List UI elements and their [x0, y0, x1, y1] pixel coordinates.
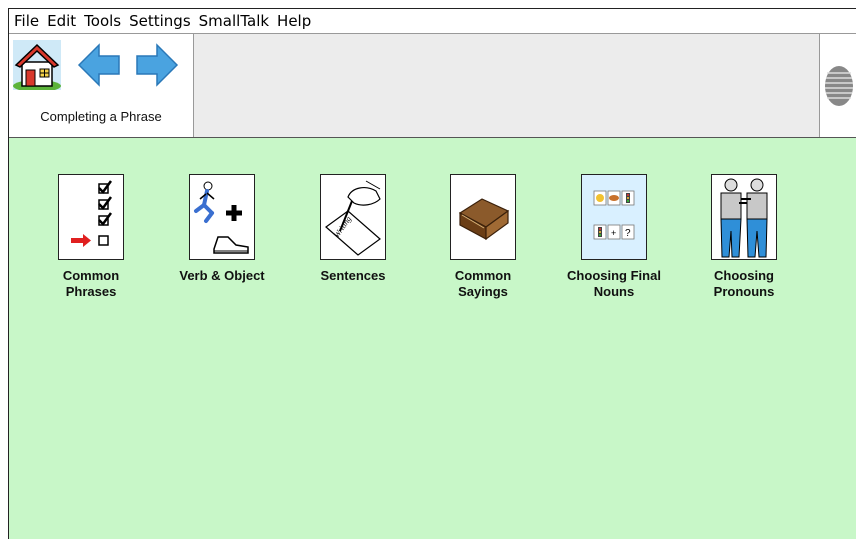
board-title: Completing a Phrase — [40, 109, 162, 124]
checklist-icon — [71, 180, 113, 247]
writing-hand-icon: Writing — [325, 180, 381, 256]
tile-common-phrases[interactable]: Common Phrases — [36, 174, 146, 300]
home-icon — [13, 40, 61, 90]
tile-verb-object[interactable]: Verb & Object — [167, 174, 277, 284]
runner-shoe-icon — [194, 181, 249, 254]
tile-common-sayings[interactable]: Common Sayings — [428, 174, 538, 300]
tile-image — [450, 174, 516, 260]
tile-label: Verb & Object — [179, 268, 265, 283]
tile-label: Common Sayings — [454, 268, 512, 299]
app-window: File Edit Tools Settings SmallTalk Help — [8, 8, 856, 539]
symbol-grid-icon: + ? — [586, 179, 642, 255]
tile-label: Sentences — [320, 268, 386, 283]
tile-image: + ? — [581, 174, 647, 260]
tile-image — [189, 174, 255, 260]
menu-settings[interactable]: Settings — [126, 10, 194, 32]
tile-choosing-final-nouns[interactable]: + ? Choosing Final Nouns — [559, 174, 669, 300]
tile-image — [711, 174, 777, 260]
tile-sentences[interactable]: Writing Sentences — [298, 174, 408, 284]
tile-label: Common Phrases — [62, 268, 120, 299]
toolbar: Completing a Phrase — [9, 34, 856, 138]
board-grid: Common Phrases Verb & Object Sentences C… — [9, 138, 856, 540]
tile-image — [58, 174, 124, 260]
home-button[interactable] — [13, 38, 61, 92]
speaker-button[interactable] — [819, 34, 856, 137]
menu-tools[interactable]: Tools — [81, 10, 124, 32]
svg-text:?: ? — [625, 228, 631, 239]
tile-label: Choosing Pronouns — [713, 268, 775, 299]
nav-panel: Completing a Phrase — [9, 34, 194, 137]
forward-button[interactable] — [133, 38, 181, 92]
tile-image: Writing — [320, 174, 386, 260]
menu-smalltalk[interactable]: SmallTalk — [196, 10, 272, 32]
book-icon — [458, 198, 510, 241]
menu-file[interactable]: File — [11, 10, 42, 32]
back-button[interactable] — [75, 38, 123, 92]
tile-label: Choosing Final Nouns — [567, 268, 661, 299]
speaker-grille-icon — [825, 65, 853, 106]
arrow-left-icon — [77, 43, 120, 87]
arrow-right-icon — [136, 43, 179, 87]
menu-bar: File Edit Tools Settings SmallTalk Help — [9, 9, 856, 34]
menu-edit[interactable]: Edit — [44, 10, 79, 32]
two-men-icon — [720, 178, 768, 258]
menu-help[interactable]: Help — [274, 10, 314, 32]
svg-text:+: + — [611, 228, 616, 238]
tile-choosing-pronouns[interactable]: Choosing Pronouns — [689, 174, 799, 300]
